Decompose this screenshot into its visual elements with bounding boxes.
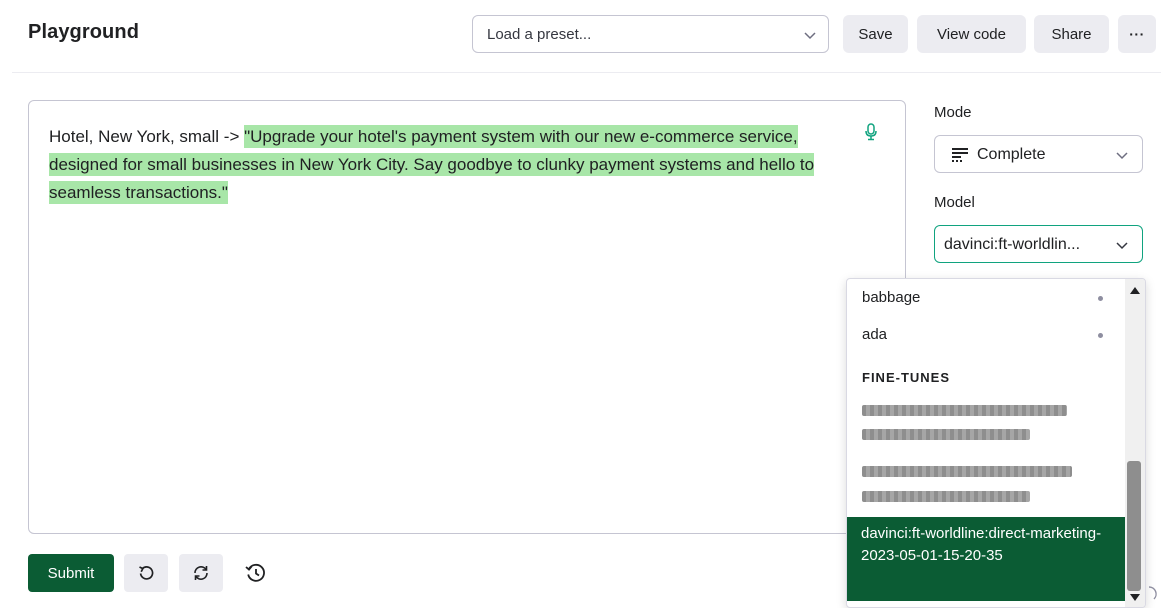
model-option-label: davinci:ft-worldline:direct-marketing-20…	[861, 525, 1102, 564]
undo-button[interactable]	[124, 554, 168, 592]
chevron-down-icon	[804, 32, 816, 40]
microphone-icon[interactable]	[864, 123, 878, 141]
regenerate-icon	[194, 566, 208, 580]
scroll-up-icon[interactable]	[1129, 285, 1141, 295]
redacted-text	[862, 491, 1030, 502]
prompt-editor[interactable]: Hotel, New York, small -> "Upgrade your …	[28, 100, 906, 534]
chevron-down-icon	[1116, 152, 1128, 160]
model-select[interactable]: davinci:ft-worldlin...	[934, 225, 1143, 263]
model-option-selected[interactable]: davinci:ft-worldline:direct-marketing-20…	[847, 517, 1125, 601]
chevron-down-icon	[1116, 242, 1128, 250]
more-options-button[interactable]: ···	[1118, 15, 1156, 53]
model-status-dot	[1098, 296, 1103, 301]
model-status-dot	[1098, 333, 1103, 338]
model-option-label: ada	[862, 326, 888, 343]
page-title: Playground	[28, 21, 140, 43]
preset-placeholder: Load a preset...	[487, 26, 592, 43]
regenerate-button[interactable]	[179, 554, 223, 592]
redacted-text	[862, 466, 1072, 477]
undo-icon	[139, 566, 154, 580]
preset-select[interactable]: Load a preset...	[472, 15, 829, 53]
redacted-text	[862, 405, 1067, 416]
scrollbar-thumb[interactable]	[1127, 461, 1141, 591]
model-label: Model	[934, 194, 975, 211]
header-divider	[12, 72, 1161, 73]
partial-icon	[1148, 586, 1157, 600]
redacted-text	[862, 429, 1030, 440]
mode-value: Complete	[977, 146, 1046, 163]
mode-select[interactable]: Complete	[934, 135, 1143, 173]
mode-label: Mode	[934, 104, 972, 121]
model-option-label: babbage	[862, 289, 921, 306]
model-value: davinci:ft-worldlin...	[944, 236, 1081, 253]
model-option-ada[interactable]: ada	[847, 326, 1125, 346]
view-code-button[interactable]: View code	[917, 15, 1026, 53]
prompt-text: Hotel, New York, small ->	[49, 127, 245, 146]
fine-tunes-section-label: FINE-TUNES	[862, 370, 950, 385]
history-icon[interactable]	[244, 561, 268, 585]
model-dropdown-list[interactable]: babbage ada FINE-TUNES davinci:ft-worldl…	[846, 278, 1146, 608]
submit-button[interactable]: Submit	[28, 554, 114, 592]
prompt-text-area[interactable]: Hotel, New York, small -> "Upgrade your …	[49, 123, 854, 207]
share-button[interactable]: Share	[1034, 15, 1109, 53]
complete-mode-icon	[952, 148, 968, 162]
scroll-down-icon[interactable]	[1129, 593, 1141, 603]
save-button[interactable]: Save	[843, 15, 908, 53]
model-option-babbage[interactable]: babbage	[847, 289, 1125, 309]
